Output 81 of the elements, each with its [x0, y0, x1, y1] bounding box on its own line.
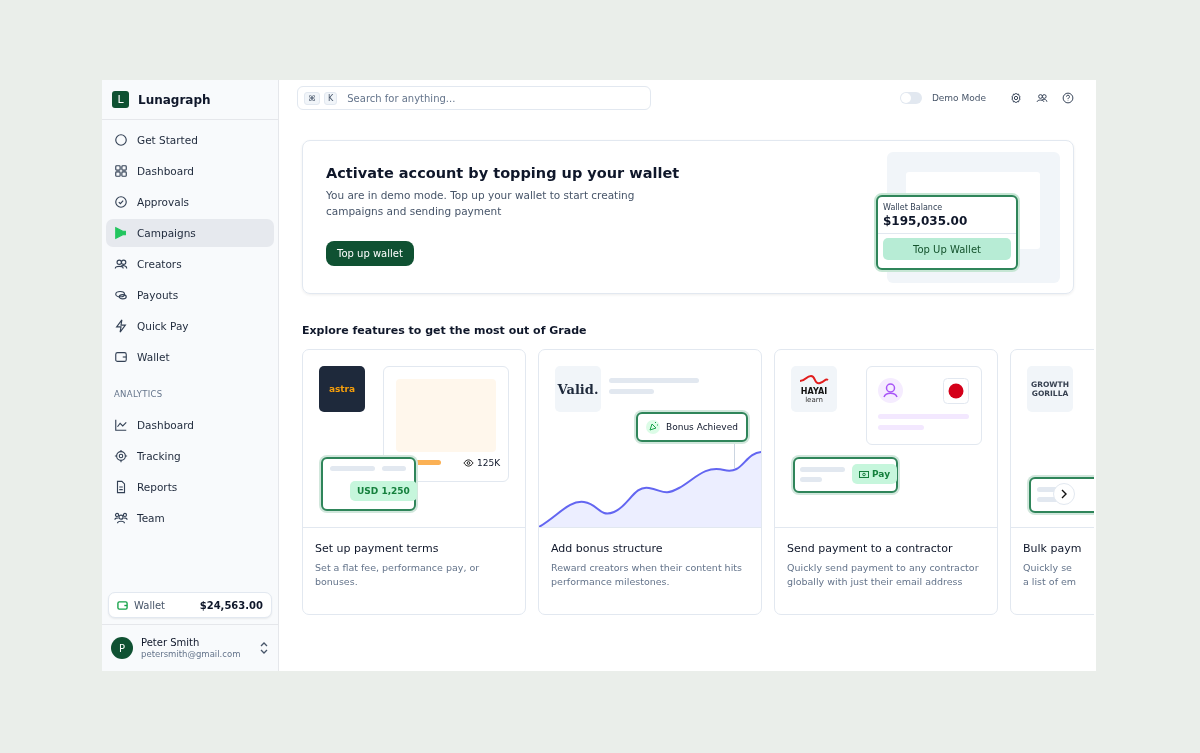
placeholder-line: [330, 466, 375, 471]
user-menu[interactable]: P Peter Smith petersmith@gmail.com: [102, 624, 278, 671]
feature-card[interactable]: astra 125K USD 1,250 Set up payment terms Set a flat fee, performance pay, or bonuses.: [302, 349, 526, 615]
card-title: Bulk paym: [1022, 541, 1083, 557]
logo: Valid.: [555, 366, 601, 412]
sidebar-item[interactable]: Team: [106, 504, 274, 532]
section-heading: Explore features to get the most out of Grade: [302, 324, 588, 337]
card-description: bonuses.: [314, 575, 359, 589]
top-up-wallet-button[interactable]: Top Up Wallet: [883, 238, 1011, 260]
demo-mode-label: Demo Mode: [931, 93, 986, 103]
bonus-badge: Bonus Achieved: [636, 412, 748, 442]
feature-card[interactable]: Valid. Bonus Achieved Add bonus structure Reward creators when their content hits performance milestones.: [538, 349, 762, 615]
user-icon: [878, 378, 903, 403]
section-label: ANALYTICS: [113, 388, 164, 401]
top-up-button[interactable]: Top up wallet: [326, 241, 414, 266]
card-description: a list of em: [1022, 575, 1078, 589]
banner-text: You are in demo mode. Top up your wallet to start creating campaigns and sending payment: [326, 188, 636, 219]
eye-icon: [463, 459, 474, 467]
target-icon: [114, 449, 128, 463]
placeholder-line: [800, 477, 822, 482]
card-title: Add bonus structure: [550, 541, 664, 557]
sidebar-item[interactable]: Wallet: [106, 343, 274, 371]
sidebar-item[interactable]: Approvals: [106, 188, 274, 216]
card-title: Send payment to a contractor: [786, 541, 954, 557]
circle-icon: [114, 133, 128, 147]
balance-amount: $195,035.00: [878, 212, 1016, 234]
card-title: Set up payment terms: [314, 541, 440, 557]
sidebar-item[interactable]: Campaigns: [106, 219, 274, 247]
people-icon[interactable]: [1036, 92, 1048, 104]
sidebar-item[interactable]: Reports: [106, 473, 274, 501]
user-email: petersmith@gmail.com: [141, 649, 242, 659]
amount-badge: USD 1,250: [350, 481, 417, 501]
placeholder-line: [800, 467, 845, 472]
wallet-icon: [114, 350, 128, 364]
help-icon[interactable]: [1062, 92, 1074, 104]
card-description: Quickly se: [1022, 561, 1073, 575]
placeholder-line: [609, 389, 654, 394]
view-count: 125K: [477, 458, 501, 468]
sidebar-item[interactable]: Creators: [106, 250, 274, 278]
wallet-balance[interactable]: Wallet $24,563.00: [108, 592, 272, 618]
card-description: globally with just their email address: [786, 575, 964, 589]
wallet-icon: [117, 599, 128, 611]
card-description: Quickly send payment to any contractor: [786, 561, 980, 575]
user-name: Peter Smith: [141, 637, 201, 648]
team-icon: [114, 511, 128, 525]
card-description: performance milestones.: [550, 575, 671, 589]
shortcut-key: K: [324, 91, 338, 105]
placeholder-line: [382, 466, 406, 471]
chevron-right-icon: [1060, 489, 1068, 499]
avatar: P: [111, 637, 133, 659]
doc-icon: [114, 480, 128, 494]
demo-mode-toggle[interactable]: [899, 92, 922, 104]
cash-icon: [859, 470, 869, 478]
card-description: Set a flat fee, performance pay, or: [314, 561, 481, 575]
card-description: Reward creators when their content hits: [550, 561, 743, 575]
settings-icon[interactable]: [1010, 92, 1022, 104]
grid-icon: [114, 164, 128, 178]
party-popper-icon: [646, 420, 660, 434]
coins-icon: [114, 288, 128, 302]
chevron-updown-icon: [259, 642, 269, 654]
check-icon: [114, 195, 128, 209]
sidebar-item[interactable]: Payouts: [106, 281, 274, 309]
pay-badge: Pay: [852, 464, 898, 484]
sidebar-item[interactable]: Quick Pay: [106, 312, 274, 340]
sidebar-item[interactable]: Dashboard: [106, 411, 274, 439]
people-icon: [114, 257, 128, 271]
brand-name: Lunagraph: [138, 92, 211, 107]
bolt-icon: [114, 319, 128, 333]
flag-icon: [943, 378, 969, 404]
sidebar-item[interactable]: Dashboard: [106, 157, 274, 185]
chart-icon: [114, 418, 128, 432]
balance-label: Wallet Balance: [882, 202, 944, 212]
sidebar-item[interactable]: Get Started: [106, 126, 274, 154]
search-field[interactable]: ⌘ K Search for anything...: [297, 86, 651, 110]
logo: astra: [319, 366, 365, 412]
sidebar-item[interactable]: Tracking: [106, 442, 274, 470]
brand-logo: L: [112, 91, 129, 108]
dragon-icon: [799, 374, 829, 387]
shortcut-key: ⌘: [304, 91, 320, 105]
banner-title: Activate account by topping up your wallet: [326, 165, 681, 181]
megaphone-icon: [114, 226, 128, 240]
